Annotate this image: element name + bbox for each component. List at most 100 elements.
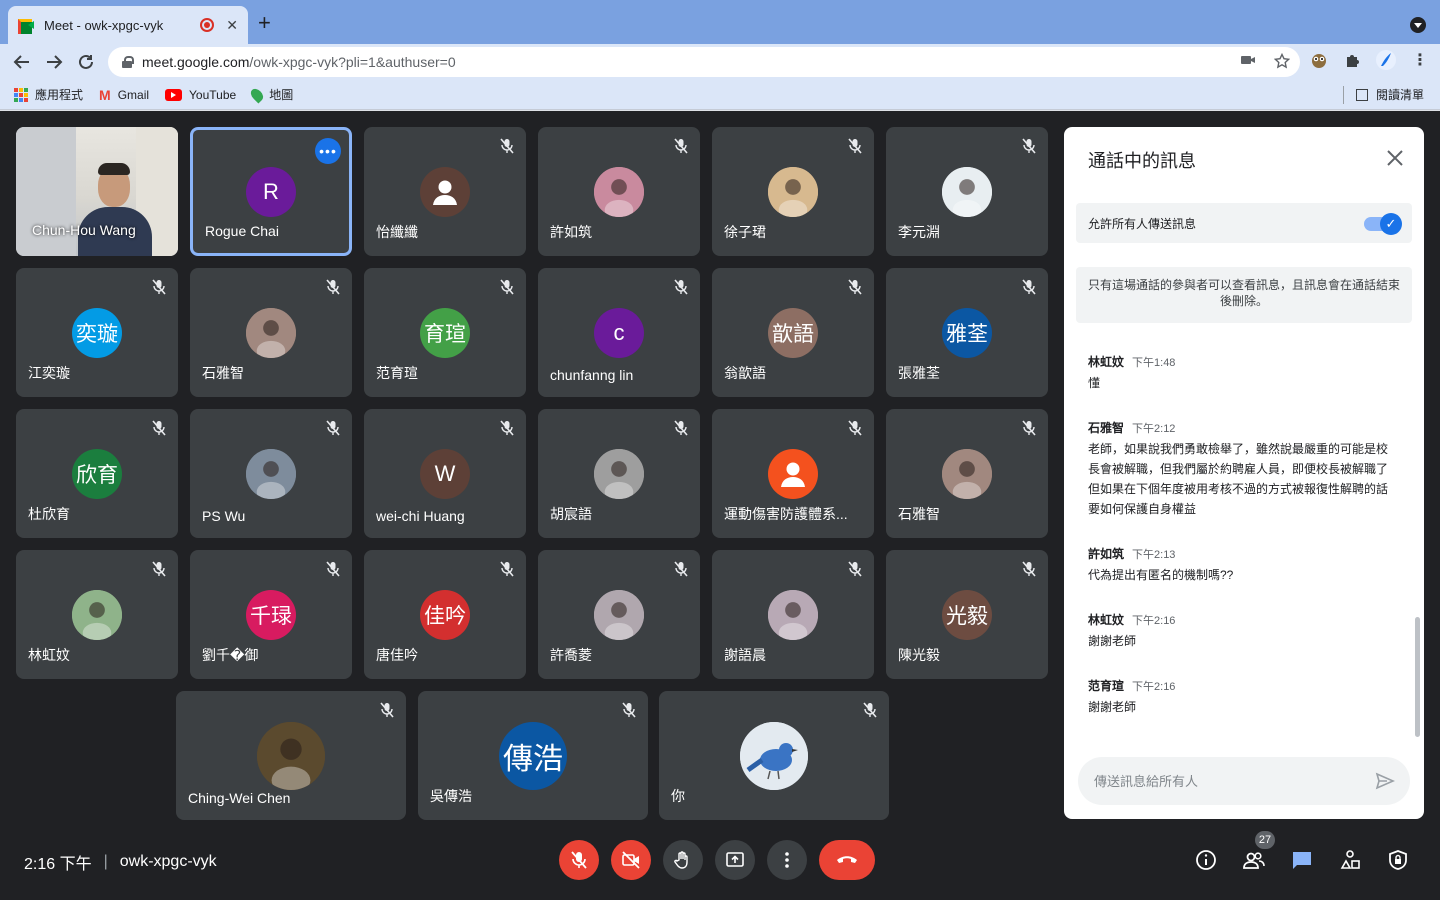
participant-tile[interactable]: 佳吟 唐佳吟 — [364, 550, 526, 679]
participant-name: 徐子珺 — [724, 224, 766, 240]
participant-tile[interactable]: 胡宸語 — [538, 409, 700, 538]
participant-tile[interactable]: Chun-Hou Wang — [16, 127, 178, 256]
bookmark-maps[interactable]: 地圖 — [248, 86, 293, 103]
browser-chrome: Meet - owk-xpgc-vyk ✕ + meet.google.com … — [0, 0, 1440, 111]
browser-tab[interactable]: Meet - owk-xpgc-vyk ✕ — [8, 6, 248, 44]
host-controls-button[interactable] — [1386, 848, 1410, 872]
message-sender: 許如筑 — [1088, 547, 1125, 561]
bookmark-gmail[interactable]: M Gmail — [99, 87, 149, 103]
bookmark-apps[interactable]: 應用程式 — [14, 86, 83, 103]
tab-search-icon[interactable] — [1410, 17, 1426, 33]
chat-scrollbar[interactable] — [1415, 617, 1420, 737]
participant-name: 你 — [671, 788, 685, 804]
participant-tile[interactable]: Wwei-chi Huang — [364, 409, 526, 538]
chat-messages: 林虹妏 下午1:48 懂石雅智 下午2:12 老師，如果說我們勇敢檢舉了，雖然說最嚴重的… — [1088, 353, 1388, 743]
participant-tile[interactable]: 欣育 杜欣育 — [16, 409, 178, 538]
participant-tile[interactable]: 許喬菱 — [538, 550, 700, 679]
mic-muted-icon — [1020, 137, 1038, 155]
participant-avatar: 欣育 — [72, 448, 122, 499]
portrait-photo-icon — [594, 589, 644, 640]
participant-tile[interactable]: 傳浩 吳傳浩 — [418, 691, 648, 820]
meeting-details-button[interactable] — [1194, 848, 1218, 872]
participant-avatar: 奕璇 — [72, 307, 122, 358]
bookmark-youtube[interactable]: YouTube — [165, 88, 236, 102]
more-options-button[interactable] — [767, 840, 807, 880]
participant-tile[interactable]: 石雅智 — [190, 268, 352, 397]
chat-message-input[interactable] — [1094, 771, 1354, 791]
participant-tile[interactable]: c chunfanng lin — [538, 268, 700, 397]
new-tab-button[interactable]: + — [258, 12, 271, 34]
participant-tile[interactable]: 怡纖纖 — [364, 127, 526, 256]
participant-tile[interactable]: 李元淵 — [886, 127, 1048, 256]
raise-hand-button[interactable] — [663, 840, 703, 880]
participant-tile[interactable]: 林虹妏 — [16, 550, 178, 679]
reload-button[interactable] — [73, 49, 99, 75]
camera-blocked-icon[interactable] — [1240, 53, 1256, 67]
extensions-area: ⋮ — [1310, 50, 1428, 70]
address-bar[interactable]: meet.google.com /owk-xpgc-vyk?pli=1&auth… — [108, 47, 1300, 77]
forward-button[interactable] — [41, 49, 67, 75]
owl-extension-icon[interactable] — [1310, 51, 1328, 69]
participant-tile[interactable]: 千琭 劉千�御 — [190, 550, 352, 679]
participant-tile[interactable]: Ching-Wei Chen — [176, 691, 406, 820]
participant-avatar: 傳浩 — [499, 721, 567, 790]
participant-tile[interactable]: PS Wu — [190, 409, 352, 538]
participant-tile[interactable]: 石雅智 — [886, 409, 1048, 538]
participant-avatar: W — [420, 448, 470, 499]
close-chat-button[interactable] — [1384, 147, 1406, 169]
puzzle-extensions-icon[interactable] — [1344, 52, 1360, 68]
landscape-photo-icon — [72, 589, 122, 640]
browser-toolbar: meet.google.com /owk-xpgc-vyk?pli=1&auth… — [0, 44, 1440, 80]
back-arrow-icon — [13, 55, 29, 69]
activities-icon — [1340, 850, 1360, 869]
leave-call-button[interactable] — [819, 840, 875, 880]
message-time: 下午2:16 — [1132, 681, 1176, 693]
participant-tile[interactable]: 光毅 陳光毅 — [886, 550, 1048, 679]
meeting-separator: | — [103, 853, 108, 870]
man-photo-icon — [257, 721, 325, 790]
participant-tile[interactable]: 運動傷害防護體系... — [712, 409, 874, 538]
message-text: 謝謝老師 — [1088, 634, 1137, 648]
woman-photo-icon — [594, 448, 644, 499]
default-person-icon — [768, 448, 818, 499]
mic-muted-icon — [150, 560, 168, 578]
participant-tile[interactable]: 歆語 翁歆語 — [712, 268, 874, 397]
microphone-button[interactable] — [559, 840, 599, 880]
profile-avatar-icon[interactable] — [1376, 50, 1396, 70]
activities-button[interactable] — [1338, 848, 1362, 872]
participant-count-badge: 27 — [1255, 831, 1275, 849]
mic-muted-icon — [150, 278, 168, 296]
shield-lock-icon — [1389, 850, 1407, 870]
participant-tile[interactable]: 謝語晨 — [712, 550, 874, 679]
participant-tile[interactable]: 許如筑 — [538, 127, 700, 256]
send-button[interactable] — [1374, 770, 1396, 792]
browser-menu-icon[interactable]: ⋮ — [1412, 50, 1428, 70]
bookmark-star-icon[interactable] — [1274, 53, 1290, 69]
chat-button[interactable] — [1290, 848, 1314, 872]
participant-options-icon[interactable]: ••• — [315, 138, 341, 164]
present-screen-button[interactable] — [715, 840, 755, 880]
mic-muted-icon — [846, 137, 864, 155]
allow-messages-row: 允許所有人傳送訊息 ✓ — [1076, 203, 1412, 243]
participant-tile[interactable]: 育瑄 范育瑄 — [364, 268, 526, 397]
allow-messages-toggle[interactable]: ✓ — [1364, 213, 1402, 235]
participant-tile[interactable]: 你 — [659, 691, 889, 820]
chat-message: 許如筑 下午2:13 代為提出有匿名的機制嗎?? — [1088, 545, 1388, 585]
portrait-photo-icon — [768, 589, 818, 640]
reading-list-button[interactable]: 閱讀清單 — [1355, 86, 1424, 103]
participant-tile[interactable]: 雅荃 張雅荃 — [886, 268, 1048, 397]
participant-name: 張雅荃 — [898, 365, 940, 381]
apps-grid-icon — [14, 87, 28, 102]
participant-tile[interactable]: 徐子珺 — [712, 127, 874, 256]
meet-favicon-icon — [18, 18, 34, 34]
mic-muted-icon — [672, 278, 690, 296]
participant-tile[interactable]: 奕璇 江奕璇 — [16, 268, 178, 397]
mic-muted-icon — [1020, 560, 1038, 578]
message-text: 懂 — [1088, 376, 1101, 390]
people-button[interactable] — [1242, 848, 1266, 872]
tab-close-icon[interactable]: ✕ — [226, 17, 238, 34]
participant-tile[interactable]: R ••• Rogue Chai — [190, 127, 352, 256]
camera-button[interactable] — [611, 840, 651, 880]
back-button[interactable] — [9, 49, 35, 75]
participant-avatar: 千琭 — [246, 589, 296, 640]
